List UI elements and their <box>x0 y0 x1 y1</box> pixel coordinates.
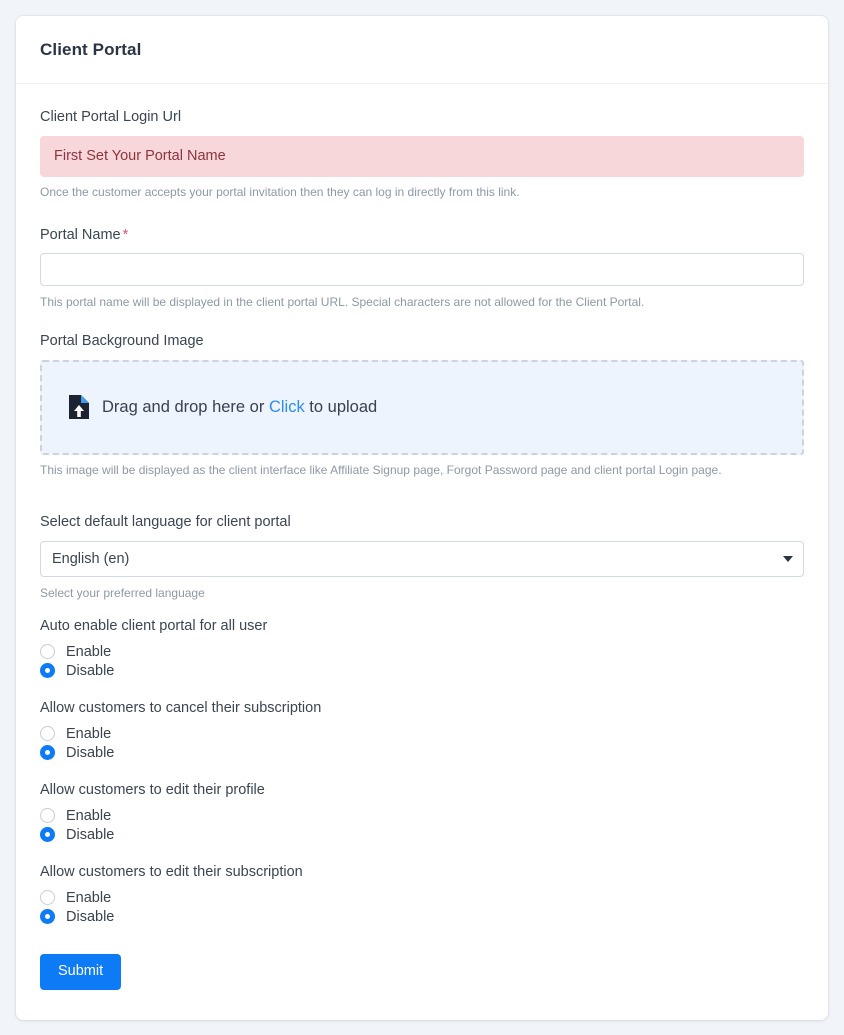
radio-option-enable[interactable]: Enable <box>40 807 804 824</box>
language-selected-value: English (en) <box>52 550 130 567</box>
radio-group-allow-edit-profile: Allow customers to edit their profile En… <box>40 782 804 843</box>
login-url-group: Client Portal Login Url First Set Your P… <box>40 108 804 202</box>
language-select[interactable]: English (en) <box>40 540 804 577</box>
radio-indicator-unchecked[interactable] <box>40 890 55 906</box>
language-label: Select default language for client porta… <box>40 514 291 531</box>
card-header: Client Portal <box>16 16 828 84</box>
radio-option-label: Enable <box>66 725 112 742</box>
radio-group-label: Allow customers to cancel their subscrip… <box>40 700 322 717</box>
dropzone-text-after: to upload <box>309 397 378 416</box>
language-group: Select default language for client porta… <box>40 513 804 602</box>
background-image-dropzone[interactable]: Drag and drop here or Click to upload <box>40 359 804 455</box>
background-image-help: This image will be displayed as the clie… <box>40 462 722 477</box>
radio-indicator-checked[interactable] <box>40 745 55 761</box>
dropzone-click-link[interactable]: Click <box>269 398 305 416</box>
radio-option-disable[interactable]: Disable <box>40 826 804 843</box>
submit-button[interactable]: Submit <box>40 954 122 990</box>
radio-option-disable[interactable]: Disable <box>40 908 804 925</box>
radio-option-disable[interactable]: Disable <box>40 662 804 679</box>
portal-name-label-text: Portal Name <box>40 226 121 243</box>
card-body: Client Portal Login Url First Set Your P… <box>16 84 828 1020</box>
client-portal-card: Client Portal Client Portal Login Url Fi… <box>16 16 828 1020</box>
radio-group-allow-cancel-subscription: Allow customers to cancel their subscrip… <box>40 700 804 761</box>
radio-indicator-unchecked[interactable] <box>40 808 55 824</box>
radio-indicator-unchecked[interactable] <box>40 644 55 660</box>
radio-option-enable[interactable]: Enable <box>40 643 804 660</box>
required-asterisk: * <box>122 226 129 243</box>
radio-option-label: Disable <box>66 908 115 925</box>
radio-option-label: Enable <box>66 807 112 824</box>
portal-name-input[interactable] <box>40 253 804 287</box>
radio-group-label: Allow customers to edit their profile <box>40 782 265 799</box>
radio-indicator-checked[interactable] <box>40 909 55 925</box>
radio-group-label: Auto enable client portal for all user <box>40 618 268 635</box>
radio-option-label: Disable <box>66 662 115 679</box>
portal-name-group: Portal Name * This portal name will be di… <box>40 226 804 312</box>
portal-name-label: Portal Name * <box>40 226 804 245</box>
background-image-group: Portal Background Image Drag and drop he… <box>40 332 804 479</box>
radio-group-auto-enable-client-portal: Auto enable client portal for all user E… <box>40 618 804 679</box>
portal-name-alert: First Set Your Portal Name <box>40 135 804 178</box>
language-help: Select your preferred language <box>40 585 205 600</box>
radio-option-label: Enable <box>66 889 112 906</box>
radio-option-label: Enable <box>66 643 112 660</box>
dropzone-text: Drag and drop here or Click to upload <box>102 398 377 417</box>
login-url-help: Once the customer accepts your portal in… <box>40 185 520 200</box>
language-select-wrap: English (en) <box>40 540 804 577</box>
page-title: Client Portal <box>40 39 142 59</box>
radio-group-label: Allow customers to edit their subscripti… <box>40 864 303 881</box>
dropzone-text-before: Drag and drop here or <box>102 397 265 416</box>
radio-indicator-checked[interactable] <box>40 827 55 843</box>
radio-option-label: Disable <box>66 744 115 761</box>
login-url-label: Client Portal Login Url <box>40 109 182 125</box>
portal-name-help: This portal name will be displayed in th… <box>40 295 645 310</box>
dropzone-content: Drag and drop here or Click to upload <box>68 394 377 420</box>
background-image-label: Portal Background Image <box>40 332 204 349</box>
radio-groups: Auto enable client portal for all user E… <box>40 618 804 925</box>
radio-indicator-checked[interactable] <box>40 663 55 679</box>
radio-indicator-unchecked[interactable] <box>40 726 55 742</box>
radio-option-enable[interactable]: Enable <box>40 725 804 742</box>
page-root: Client Portal Client Portal Login Url Fi… <box>0 0 844 1035</box>
radio-option-enable[interactable]: Enable <box>40 889 804 906</box>
file-upload-icon <box>69 395 89 420</box>
radio-group-allow-edit-subscription: Allow customers to edit their subscripti… <box>40 864 804 925</box>
radio-option-disable[interactable]: Disable <box>40 744 804 761</box>
radio-option-label: Disable <box>66 826 115 843</box>
